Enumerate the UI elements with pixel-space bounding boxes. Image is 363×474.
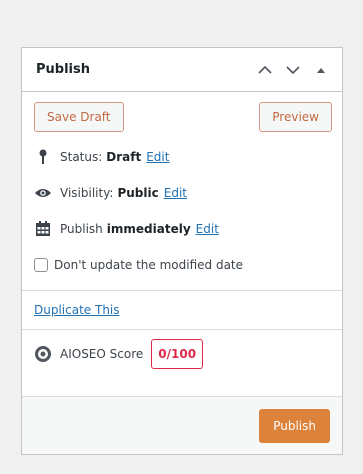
modified-date-checkbox[interactable]	[34, 258, 48, 272]
chevron-down-icon	[286, 65, 300, 74]
status-label: Status:	[60, 150, 103, 164]
major-actions: Publish	[22, 396, 342, 454]
schedule-value: immediately	[106, 222, 191, 236]
calendar-icon	[34, 220, 52, 238]
edit-schedule-link[interactable]: Edit	[196, 222, 219, 236]
duplicate-this-link[interactable]: Duplicate This	[22, 303, 342, 317]
schedule-label: Publish	[60, 222, 103, 236]
status-value: Draft	[106, 150, 142, 164]
modified-date-label[interactable]: Don't update the modified date	[54, 258, 243, 272]
panel-header: Publish	[22, 48, 342, 92]
triangle-up-icon	[317, 67, 325, 73]
toggle-panel-button[interactable]	[310, 59, 332, 81]
preview-button[interactable]: Preview	[259, 102, 332, 132]
publish-button[interactable]: Publish	[259, 408, 330, 443]
chevron-up-icon	[258, 65, 272, 74]
move-up-button[interactable]	[254, 59, 276, 81]
edit-visibility-link[interactable]: Edit	[164, 186, 187, 200]
publish-panel: Publish Save Draft Preview Status: Draft…	[21, 47, 343, 455]
eye-icon	[34, 184, 52, 202]
visibility-value: Public	[117, 186, 159, 200]
visibility-label: Visibility:	[60, 186, 114, 200]
aioseo-logo-icon	[34, 345, 52, 363]
panel-title: Publish	[36, 62, 90, 77]
aioseo-score-badge[interactable]: 0/100	[151, 339, 204, 369]
minor-actions: Save Draft Preview	[22, 92, 342, 132]
move-down-button[interactable]	[282, 59, 304, 81]
schedule-row: Publish immediately Edit	[22, 218, 342, 240]
aioseo-label: AIOSEO Score	[60, 347, 144, 361]
aioseo-row: AIOSEO Score 0/100	[22, 338, 342, 370]
visibility-row: Visibility: Public Edit	[22, 182, 342, 204]
pin-icon	[34, 148, 52, 166]
status-row: Status: Draft Edit	[22, 146, 342, 168]
edit-status-link[interactable]: Edit	[146, 150, 169, 164]
modified-date-row: Don't update the modified date	[22, 254, 342, 276]
save-draft-button[interactable]: Save Draft	[34, 102, 124, 132]
